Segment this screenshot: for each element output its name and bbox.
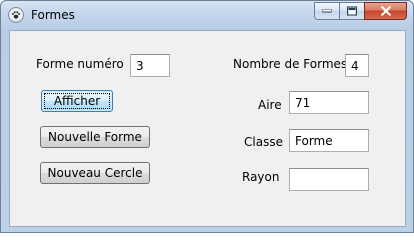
shape-number-field[interactable] (130, 54, 170, 77)
minimize-button[interactable] (314, 2, 339, 20)
class-label: Classe (244, 135, 283, 149)
new-shape-button-label: Nouvelle Forme (48, 130, 142, 144)
shape-number-label: Forme numéro (36, 57, 124, 71)
close-button[interactable] (364, 2, 407, 20)
new-circle-button-label: Nouveau Cercle (47, 166, 143, 180)
area-label: Aire (258, 98, 282, 112)
minimize-icon (322, 9, 332, 13)
show-button[interactable]: Afficher (41, 90, 113, 112)
class-field[interactable] (289, 129, 369, 152)
title-bar[interactable]: Formes (1, 1, 413, 29)
maximize-button[interactable] (339, 2, 364, 20)
area-field[interactable] (289, 91, 369, 114)
shape-count-label: Nombre de Formes (233, 57, 348, 71)
new-circle-button[interactable]: Nouveau Cercle (40, 162, 150, 184)
close-icon (380, 6, 391, 16)
shape-count-field[interactable] (345, 54, 369, 77)
new-shape-button[interactable]: Nouvelle Forme (40, 126, 150, 148)
window-title: Formes (31, 8, 75, 22)
radius-field[interactable] (289, 168, 369, 191)
client-area: Forme numéro Nombre de Formes Afficher A… (9, 30, 406, 227)
paw-icon[interactable] (8, 7, 24, 23)
radius-label: Rayon (242, 170, 280, 184)
show-button-label: Afficher (53, 94, 101, 108)
caption-buttons (314, 2, 407, 20)
app-window: Formes Forme numéro 3 Nombre de Formes 4… (0, 0, 414, 233)
maximize-icon (347, 6, 357, 16)
